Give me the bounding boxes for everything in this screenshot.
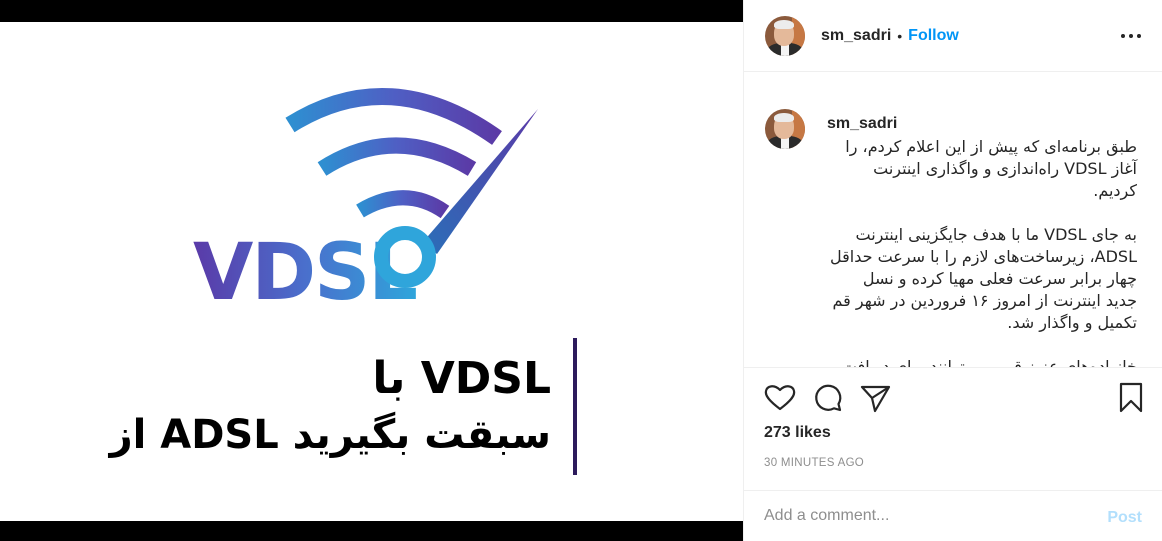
- signal-arc-medium: [317, 137, 477, 176]
- bookmark-icon[interactable]: [1113, 380, 1149, 416]
- signal-arc-small: [356, 190, 450, 219]
- post-timestamp[interactable]: 30 MINUTES AGO: [764, 457, 864, 469]
- caption-paragraph: خانواده‌های عزیز قمی می‌توانند برای دریا…: [841, 357, 1137, 367]
- headline-divider: [573, 338, 577, 475]
- headline-line-1: با VDSL: [372, 353, 551, 404]
- caption-area[interactable]: sm_sadri طبق برنامه‌ای که پیش از این اعل…: [744, 73, 1162, 367]
- caption: sm_sadri طبق برنامه‌ای که پیش از این اعل…: [765, 109, 1141, 367]
- post-side-panel: sm_sadri • Follow sm_sadri طبق برنامه‌ای…: [743, 0, 1162, 541]
- caption-avatar[interactable]: [765, 109, 805, 149]
- headline-line-2: از ADSL سبقت بگیرید: [108, 411, 551, 458]
- likes-count[interactable]: 273 likes: [764, 424, 831, 442]
- heart-icon[interactable]: [762, 380, 798, 416]
- post-comment-button[interactable]: Post: [1107, 509, 1142, 527]
- comment-icon[interactable]: [810, 380, 846, 416]
- more-options-icon[interactable]: [1121, 26, 1141, 46]
- separator-dot: •: [897, 27, 903, 44]
- signal-arc-large: [285, 87, 502, 145]
- post-actions-section: 273 likes 30 MINUTES AGO: [744, 367, 1162, 490]
- caption-username[interactable]: sm_sadri: [827, 112, 1137, 136]
- share-icon[interactable]: [858, 380, 894, 416]
- caption-paragraph: به جای VDSL ما با هدف جایگزینی اینترنت A…: [830, 225, 1137, 332]
- avatar[interactable]: [765, 15, 805, 56]
- caption-text: طبق برنامه‌ای که پیش از این اعلام کردم، …: [827, 136, 1137, 367]
- post-media: VDSL با VDSL از ADSL سبقت بگیرید: [0, 0, 743, 541]
- add-comment-bar: Post: [744, 490, 1162, 541]
- caption-paragraph: طبق برنامه‌ای که پیش از این اعلام کردم، …: [845, 137, 1137, 200]
- post-image[interactable]: VDSL با VDSL از ADSL سبقت بگیرید: [0, 22, 743, 521]
- action-bar: [762, 380, 1147, 416]
- vdsl-ad-graphic: VDSL با VDSL از ADSL سبقت بگیرید: [108, 87, 577, 475]
- post-header: sm_sadri • Follow: [744, 0, 1162, 72]
- comment-input[interactable]: [764, 507, 1084, 525]
- follow-button[interactable]: Follow: [908, 27, 959, 45]
- header-username[interactable]: sm_sadri: [821, 27, 891, 45]
